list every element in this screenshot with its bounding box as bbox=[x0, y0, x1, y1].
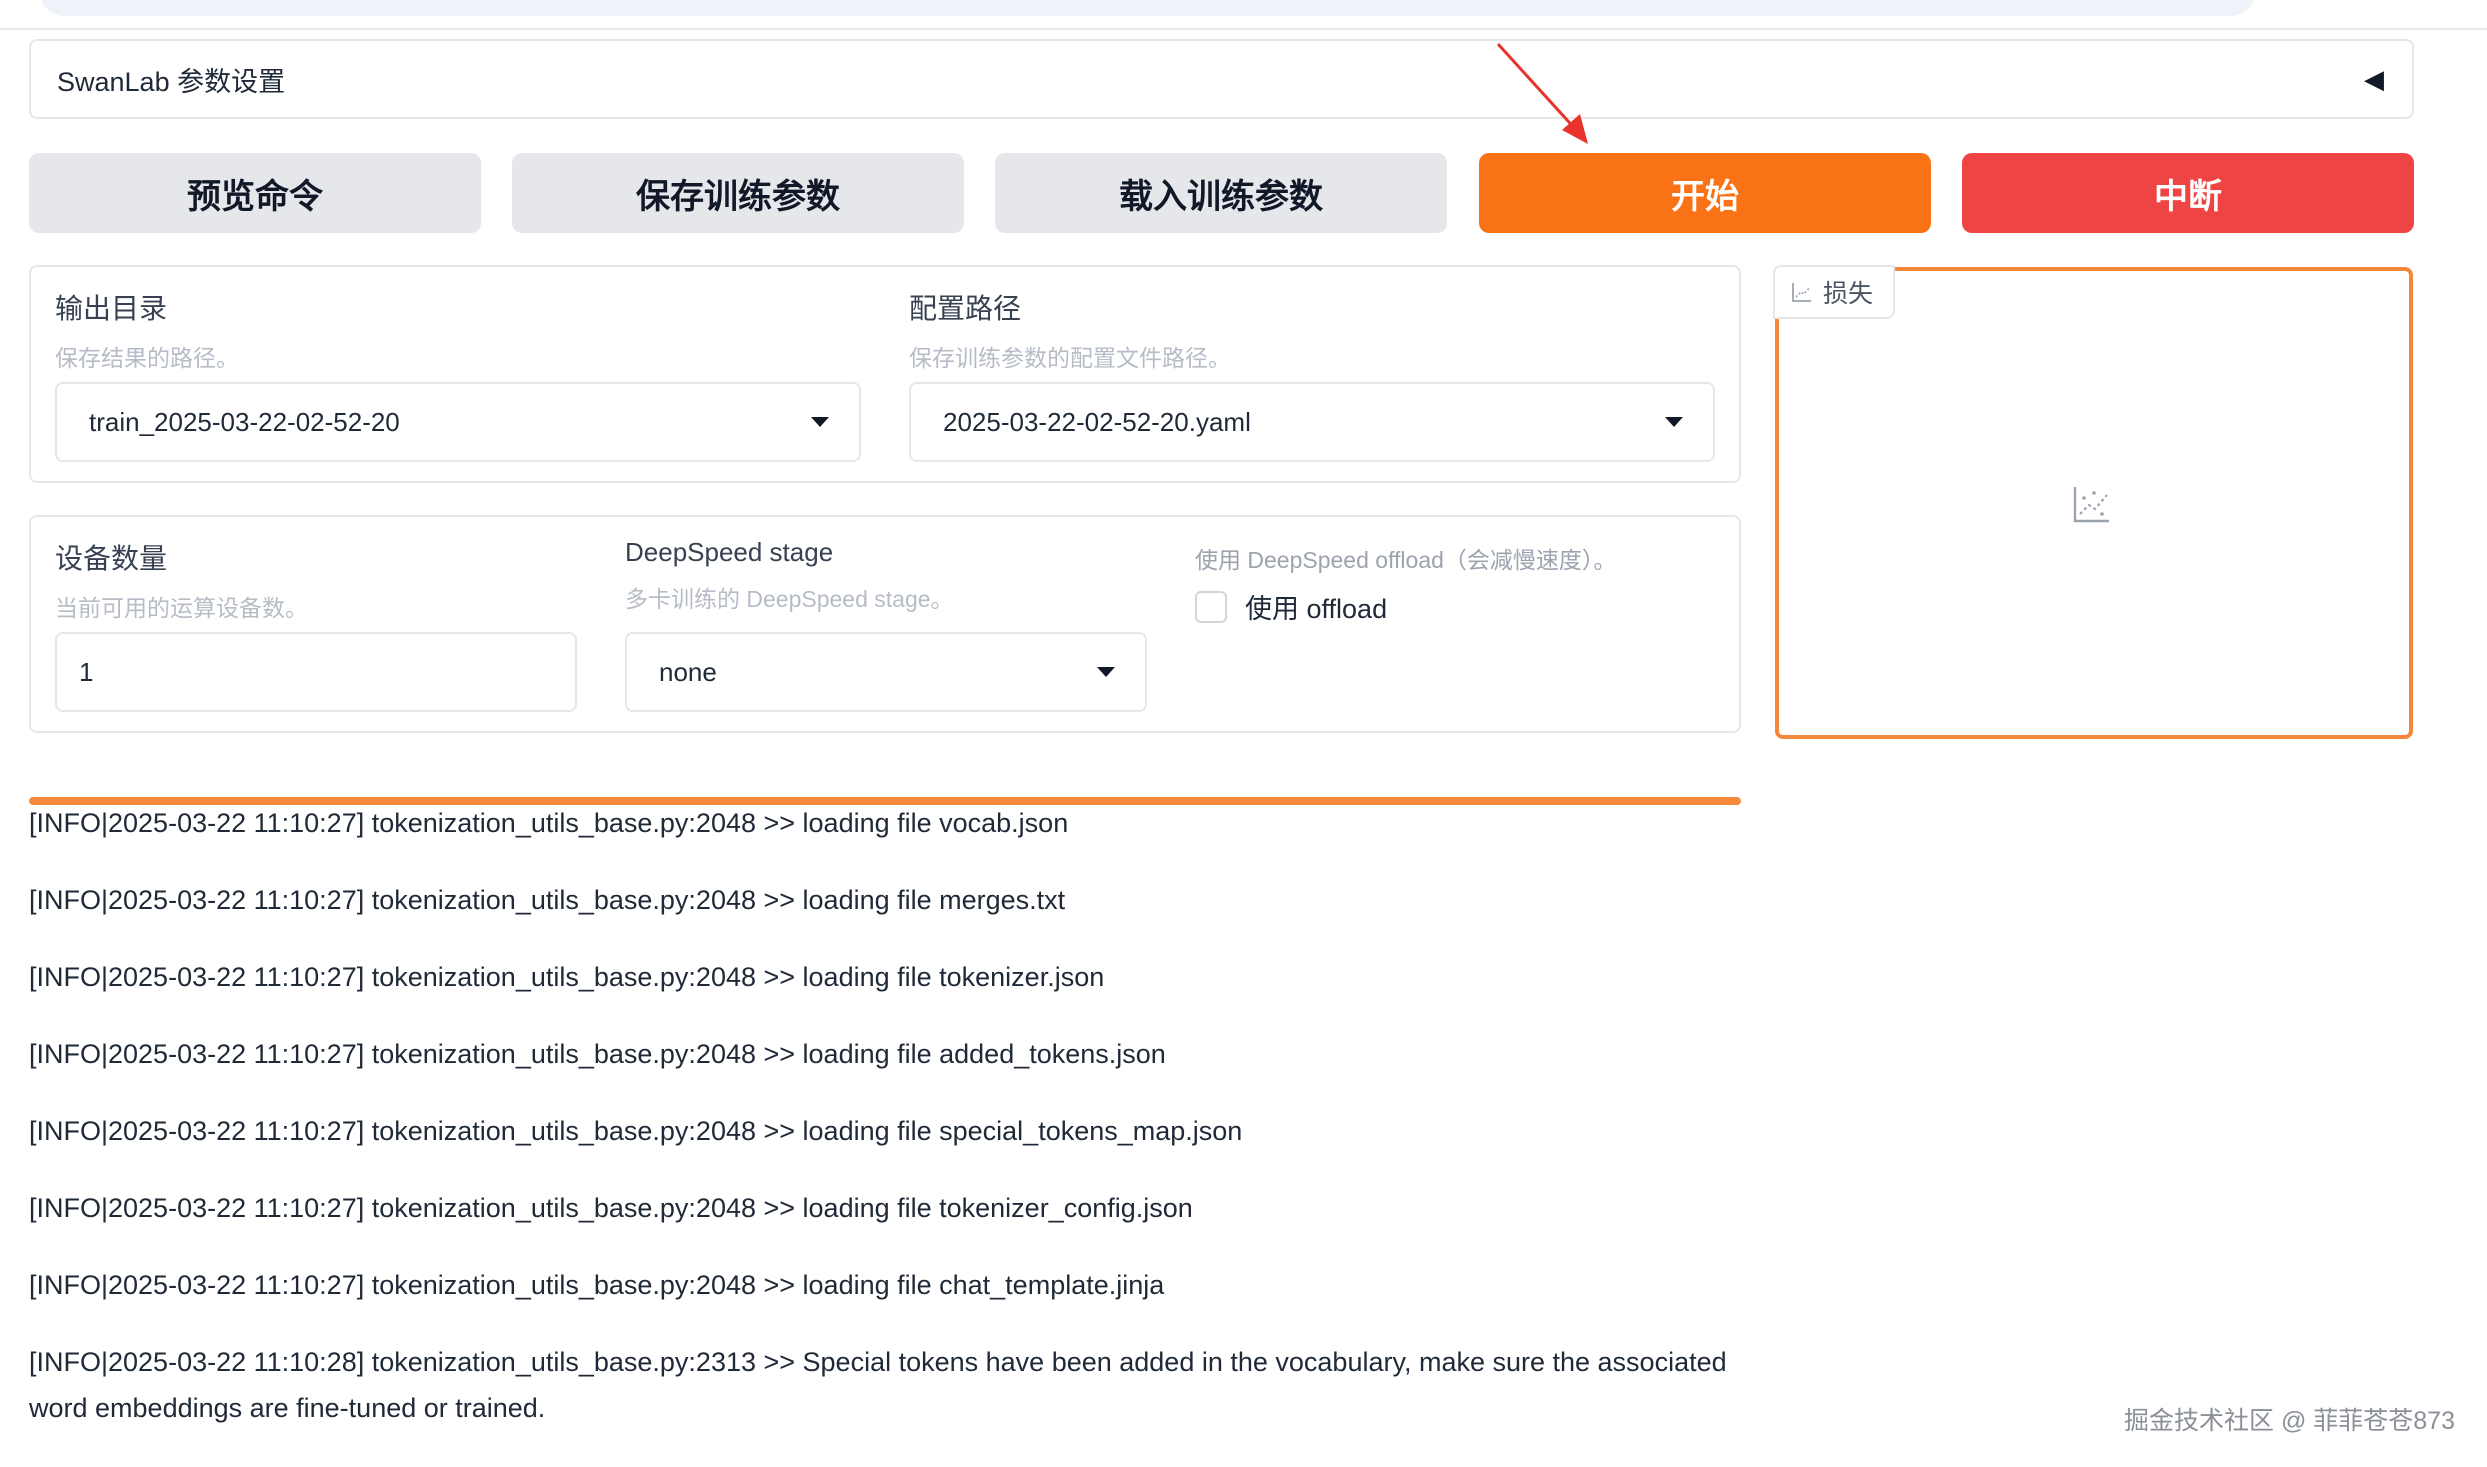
top-input-remnant[interactable] bbox=[40, 0, 2255, 16]
device-count-field: 设备数量 当前可用的运算设备数。 bbox=[55, 537, 308, 623]
chevron-down-icon bbox=[1665, 417, 1683, 427]
paths-panel: 输出目录 保存结果的路径。 train_2025-03-22-02-52-20 … bbox=[29, 265, 1741, 483]
devices-panel: 设备数量 当前可用的运算设备数。 DeepSpeed stage 多卡训练的 D… bbox=[29, 515, 1741, 733]
log-line: [INFO|2025-03-22 11:10:28] tokenization_… bbox=[29, 1347, 1727, 1423]
log-line: [INFO|2025-03-22 11:10:27] tokenization_… bbox=[29, 1116, 1243, 1146]
start-button[interactable]: 开始 bbox=[1479, 153, 1931, 233]
ds-stage-value: none bbox=[659, 656, 717, 687]
device-count-input[interactable] bbox=[55, 632, 577, 712]
ds-offload-field: 使用 DeepSpeed offload（会减慢速度）。 bbox=[1195, 541, 1616, 575]
output-dir-info: 保存结果的路径。 bbox=[55, 345, 239, 371]
log-line: [INFO|2025-03-22 11:10:27] tokenization_… bbox=[29, 962, 1105, 992]
output-dir-select[interactable]: train_2025-03-22-02-52-20 bbox=[55, 382, 861, 462]
load-args-button[interactable]: 载入训练参数 bbox=[995, 153, 1447, 233]
log-line: [INFO|2025-03-22 11:10:27] tokenization_… bbox=[29, 885, 1066, 915]
output-dir-field: 输出目录 保存结果的路径。 bbox=[55, 287, 239, 373]
accordion-title: SwanLab 参数设置 bbox=[57, 66, 286, 97]
loss-chart-tab: 损失 bbox=[1773, 265, 1895, 319]
ds-offload-label: 使用 DeepSpeed offload（会减慢速度）。 bbox=[1195, 547, 1617, 573]
config-path-info: 保存训练参数的配置文件路径。 bbox=[909, 345, 1231, 371]
log-line: [INFO|2025-03-22 11:10:27] tokenization_… bbox=[29, 808, 1069, 838]
device-count-label: 设备数量 bbox=[55, 543, 168, 574]
abort-button[interactable]: 中断 bbox=[1962, 153, 2414, 233]
chart-icon bbox=[1792, 283, 1811, 302]
watermark: 掘金技术社区 @ 菲菲苍苍873 bbox=[2124, 1407, 2455, 1435]
chevron-down-icon bbox=[1097, 667, 1115, 677]
ds-stage-field: DeepSpeed stage 多卡训练的 DeepSpeed stage。 bbox=[625, 537, 954, 614]
config-path-value: 2025-03-22-02-52-20.yaml bbox=[943, 406, 1251, 437]
ds-offload-option[interactable]: 使用 offload bbox=[1195, 587, 1387, 626]
output-dir-label: 输出目录 bbox=[55, 293, 168, 324]
config-path-select[interactable]: 2025-03-22-02-52-20.yaml bbox=[909, 382, 1715, 462]
chevron-down-icon bbox=[811, 417, 829, 427]
log-line: [INFO|2025-03-22 11:10:27] tokenization_… bbox=[29, 1193, 1193, 1223]
chart-placeholder-icon bbox=[2073, 487, 2109, 523]
device-count-info: 当前可用的运算设备数。 bbox=[55, 595, 308, 621]
top-divider bbox=[0, 28, 2487, 30]
annotation-arrow-icon bbox=[1496, 42, 1588, 144]
ds-stage-select[interactable]: none bbox=[625, 632, 1147, 712]
log-line: [INFO|2025-03-22 11:10:27] tokenization_… bbox=[29, 1039, 1166, 1069]
ds-offload-checkbox-label[interactable]: 使用 offload bbox=[1245, 587, 1387, 626]
training-log: [INFO|2025-03-22 11:10:27] tokenization_… bbox=[29, 800, 1741, 1462]
save-args-button[interactable]: 保存训练参数 bbox=[512, 153, 964, 233]
ds-stage-info: 多卡训练的 DeepSpeed stage。 bbox=[625, 586, 954, 612]
loss-chart-title: 损失 bbox=[1823, 280, 1874, 308]
ds-stage-label: DeepSpeed stage bbox=[625, 537, 834, 567]
preview-command-button[interactable]: 预览命令 bbox=[29, 153, 481, 233]
log-line: [INFO|2025-03-22 11:10:27] tokenization_… bbox=[29, 1270, 1165, 1300]
ds-offload-checkbox[interactable] bbox=[1195, 590, 1227, 623]
config-path-field: 配置路径 保存训练参数的配置文件路径。 bbox=[909, 287, 1231, 373]
output-dir-value: train_2025-03-22-02-52-20 bbox=[89, 406, 400, 437]
config-path-label: 配置路径 bbox=[909, 293, 1022, 324]
app-stage: SwanLab 参数设置 ◀ 预览命令 保存训练参数 载入训练参数 开始 中断 … bbox=[0, 0, 2487, 1467]
collapse-arrow-icon[interactable]: ◀ bbox=[2364, 64, 2384, 95]
swanlab-accordion[interactable]: SwanLab 参数设置 ◀ bbox=[29, 39, 2414, 119]
